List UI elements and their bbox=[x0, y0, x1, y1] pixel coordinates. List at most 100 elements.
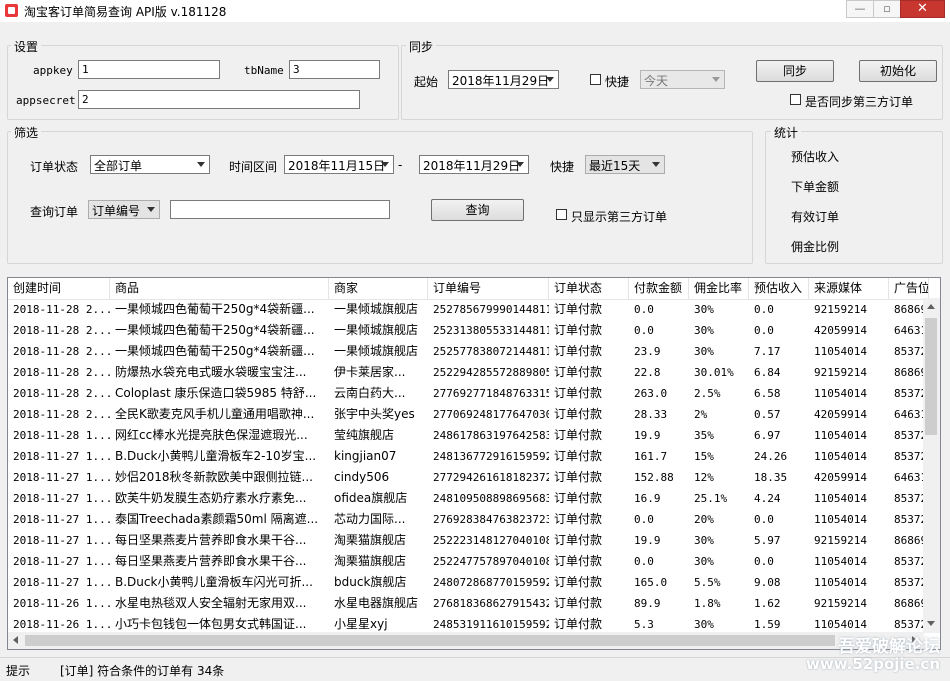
table-cell: 一果倾城旗舰店 bbox=[334, 323, 419, 337]
column-header[interactable]: 商品 bbox=[110, 278, 329, 299]
table-cell: 0.0 bbox=[634, 303, 654, 316]
table-row[interactable]: 2018-11-28 2... 一果倾城四色葡萄干250g*4袋新疆... 一果倾城… bbox=[8, 320, 940, 341]
sync-button[interactable]: 同步 bbox=[756, 60, 834, 82]
only-third-party-checkbox[interactable] bbox=[556, 209, 567, 220]
orders-table[interactable]: 创建时间 商品 商家 订单编号 订单状态 付款金额 佣金比率 预估收入 来源媒体… bbox=[7, 277, 941, 650]
query-type-select[interactable]: 订单编号 bbox=[88, 200, 160, 219]
vertical-scroll-thumb[interactable] bbox=[925, 318, 937, 435]
minimize-icon[interactable]: — bbox=[846, 0, 874, 18]
table-row[interactable]: 2018-11-27 1... 欧芙牛奶发膜生态奶疗素水疗素免... ofidea旗… bbox=[8, 488, 940, 509]
table-cell: B.Duck小黄鸭儿童滑板车闪光可折... bbox=[115, 575, 313, 589]
column-header[interactable]: 订单编号 bbox=[428, 278, 549, 299]
chevron-down-icon bbox=[546, 77, 554, 82]
table-row[interactable]: 2018-11-27 1... B.Duck小黄鸭儿童滑板车2-10岁宝... ki… bbox=[8, 446, 940, 467]
column-header[interactable]: 商家 bbox=[329, 278, 428, 299]
table-cell: 248617863197642583 bbox=[433, 429, 549, 442]
column-header[interactable]: 广告位 bbox=[889, 278, 929, 299]
table-cell: 泰国Treechada素颜霜50ml 隔离遮... bbox=[115, 512, 319, 526]
table-cell: 11054014 bbox=[814, 555, 867, 568]
table-cell: 277692771848763315 bbox=[433, 387, 549, 400]
vertical-scrollbar[interactable] bbox=[923, 298, 940, 633]
query-button[interactable]: 查询 bbox=[431, 199, 524, 221]
table-cell: 28.33 bbox=[634, 408, 668, 421]
table-row[interactable]: 2018-11-28 2... 一果倾城四色葡萄干250g*4袋新疆... 一果倾城… bbox=[8, 299, 940, 320]
horizontal-scroll-thumb[interactable] bbox=[25, 635, 835, 646]
table-cell: 0.0 bbox=[634, 555, 654, 568]
table-cell: 2018-11-26 1... bbox=[13, 597, 110, 610]
table-cell: 30% bbox=[694, 303, 714, 316]
table-row[interactable]: 2018-11-27 1... B.Duck小黄鸭儿童滑板车闪光可折... bduc… bbox=[8, 572, 940, 593]
table-cell: 0.0 bbox=[634, 513, 654, 526]
table-row[interactable]: 2018-11-28 2... 防爆热水袋充电式暖水袋暖宝宝注... 伊卡莱居家..… bbox=[8, 362, 940, 383]
table-cell: 一果倾城旗舰店 bbox=[334, 302, 419, 316]
table-row[interactable]: 2018-11-28 2... Coloplast 康乐保造口袋5985 特舒..… bbox=[8, 383, 940, 404]
filter-quick-select[interactable]: 最近15天 bbox=[585, 155, 665, 174]
stat-commission-ratio: 佣金比例 bbox=[791, 240, 840, 254]
horizontal-scrollbar[interactable] bbox=[8, 632, 924, 649]
range-start-date-picker[interactable]: 2018年11月15日 bbox=[284, 155, 394, 174]
column-header[interactable]: 来源媒体 bbox=[809, 278, 889, 299]
table-cell: 18.35 bbox=[754, 471, 788, 484]
table-cell: 30% bbox=[694, 324, 714, 337]
table-cell: kingjian07 bbox=[334, 449, 397, 463]
table-cell: 5.5% bbox=[694, 576, 721, 589]
table-cell: 11054014 bbox=[814, 387, 867, 400]
sync-quick-checkbox[interactable] bbox=[590, 74, 601, 85]
scroll-up-icon[interactable] bbox=[927, 304, 935, 309]
table-cell: 订单付款 bbox=[554, 554, 603, 568]
column-header[interactable]: 预估收入 bbox=[749, 278, 809, 299]
query-input[interactable] bbox=[170, 200, 390, 219]
sync-third-party-checkbox[interactable] bbox=[790, 94, 801, 105]
scroll-left-icon[interactable] bbox=[13, 636, 18, 644]
table-cell: 一果倾城四色葡萄干250g*4袋新疆... bbox=[115, 302, 315, 316]
appkey-input[interactable] bbox=[78, 60, 220, 79]
table-row[interactable]: 2018-11-28 1... 网红cc棒水光提亮肤色保湿遮瑕光... 莹纯旗舰店 2… bbox=[8, 425, 940, 446]
table-cell: 水星电器旗舰店 bbox=[334, 596, 419, 610]
stat-order-amount: 下单金额 bbox=[791, 180, 840, 194]
table-row[interactable]: 2018-11-27 1... 每日坚果燕麦片营养即食水果干谷... 淘栗猫旗舰店 2… bbox=[8, 551, 940, 572]
column-header[interactable]: 佣金比率 bbox=[689, 278, 749, 299]
table-row[interactable]: 2018-11-28 2... 一果倾城四色葡萄干250g*4袋新疆... 一果倾城… bbox=[8, 341, 940, 362]
table-cell: 2% bbox=[694, 408, 708, 421]
table-header: 创建时间 商品 商家 订单编号 订单状态 付款金额 佣金比率 预估收入 来源媒体… bbox=[8, 278, 940, 300]
tbname-input[interactable] bbox=[289, 60, 380, 79]
close-icon[interactable]: ✕ bbox=[900, 0, 945, 18]
table-cell: 30.01% bbox=[694, 366, 734, 379]
init-button[interactable]: 初始化 bbox=[859, 60, 937, 82]
sync-start-date-picker[interactable]: 2018年11月29日 bbox=[448, 70, 559, 89]
chevron-down-icon bbox=[516, 162, 524, 167]
table-cell: 42059914 bbox=[814, 408, 867, 421]
table-cell: 2018-11-28 2... bbox=[13, 366, 110, 379]
column-header[interactable]: 付款金额 bbox=[629, 278, 689, 299]
table-cell: 订单付款 bbox=[554, 596, 603, 610]
table-cell: 252247757897040108 bbox=[433, 555, 549, 568]
table-cell: 6.84 bbox=[754, 366, 781, 379]
table-cell: 263.0 bbox=[634, 387, 668, 400]
order-status-select[interactable]: 全部订单 bbox=[90, 155, 210, 174]
range-end-date-picker[interactable]: 2018年11月29日 bbox=[419, 155, 529, 174]
range-separator: - bbox=[398, 158, 403, 172]
table-row[interactable]: 2018-11-26 1... 水星电热毯双人安全辐射无家用双... 水星电器旗舰店… bbox=[8, 593, 940, 614]
appsecret-input[interactable] bbox=[78, 90, 360, 109]
column-header[interactable]: 订单状态 bbox=[549, 278, 629, 299]
table-cell: 订单付款 bbox=[554, 344, 603, 358]
only-third-party-label: 只显示第三方订单 bbox=[571, 210, 668, 224]
table-cell: 11054014 bbox=[814, 345, 867, 358]
column-header[interactable]: 创建时间 bbox=[8, 278, 110, 299]
maximize-icon[interactable]: ▫ bbox=[873, 0, 901, 18]
table-row[interactable]: 2018-11-27 1... 泰国Treechada素颜霜50ml 隔离遮...… bbox=[8, 509, 940, 530]
table-row[interactable]: 2018-11-27 1... 每日坚果燕麦片营养即食水果干谷... 淘栗猫旗舰店 2… bbox=[8, 530, 940, 551]
sync-third-party-label: 是否同步第三方订单 bbox=[805, 95, 914, 109]
sync-quick-select[interactable]: 今天 bbox=[640, 70, 725, 89]
table-cell: 89.9 bbox=[634, 597, 661, 610]
table-cell: 252223148127040108 bbox=[433, 534, 549, 547]
table-cell: 0.0 bbox=[754, 303, 774, 316]
table-row[interactable]: 2018-11-28 2... 全民K歌麦克风手机儿童通用唱歌神... 张宇中头奖y… bbox=[8, 404, 940, 425]
chevron-down-icon bbox=[197, 162, 205, 167]
chevron-down-icon bbox=[712, 77, 720, 82]
table-row[interactable]: 2018-11-27 1... 妙侣2018秋冬新款欧美中跟侧拉链... cindy… bbox=[8, 467, 940, 488]
table-cell: 每日坚果燕麦片营养即食水果干谷... bbox=[115, 554, 307, 568]
table-cell: 11054014 bbox=[814, 429, 867, 442]
table-cell: 92159214 bbox=[814, 534, 867, 547]
scroll-down-icon[interactable] bbox=[927, 621, 935, 626]
